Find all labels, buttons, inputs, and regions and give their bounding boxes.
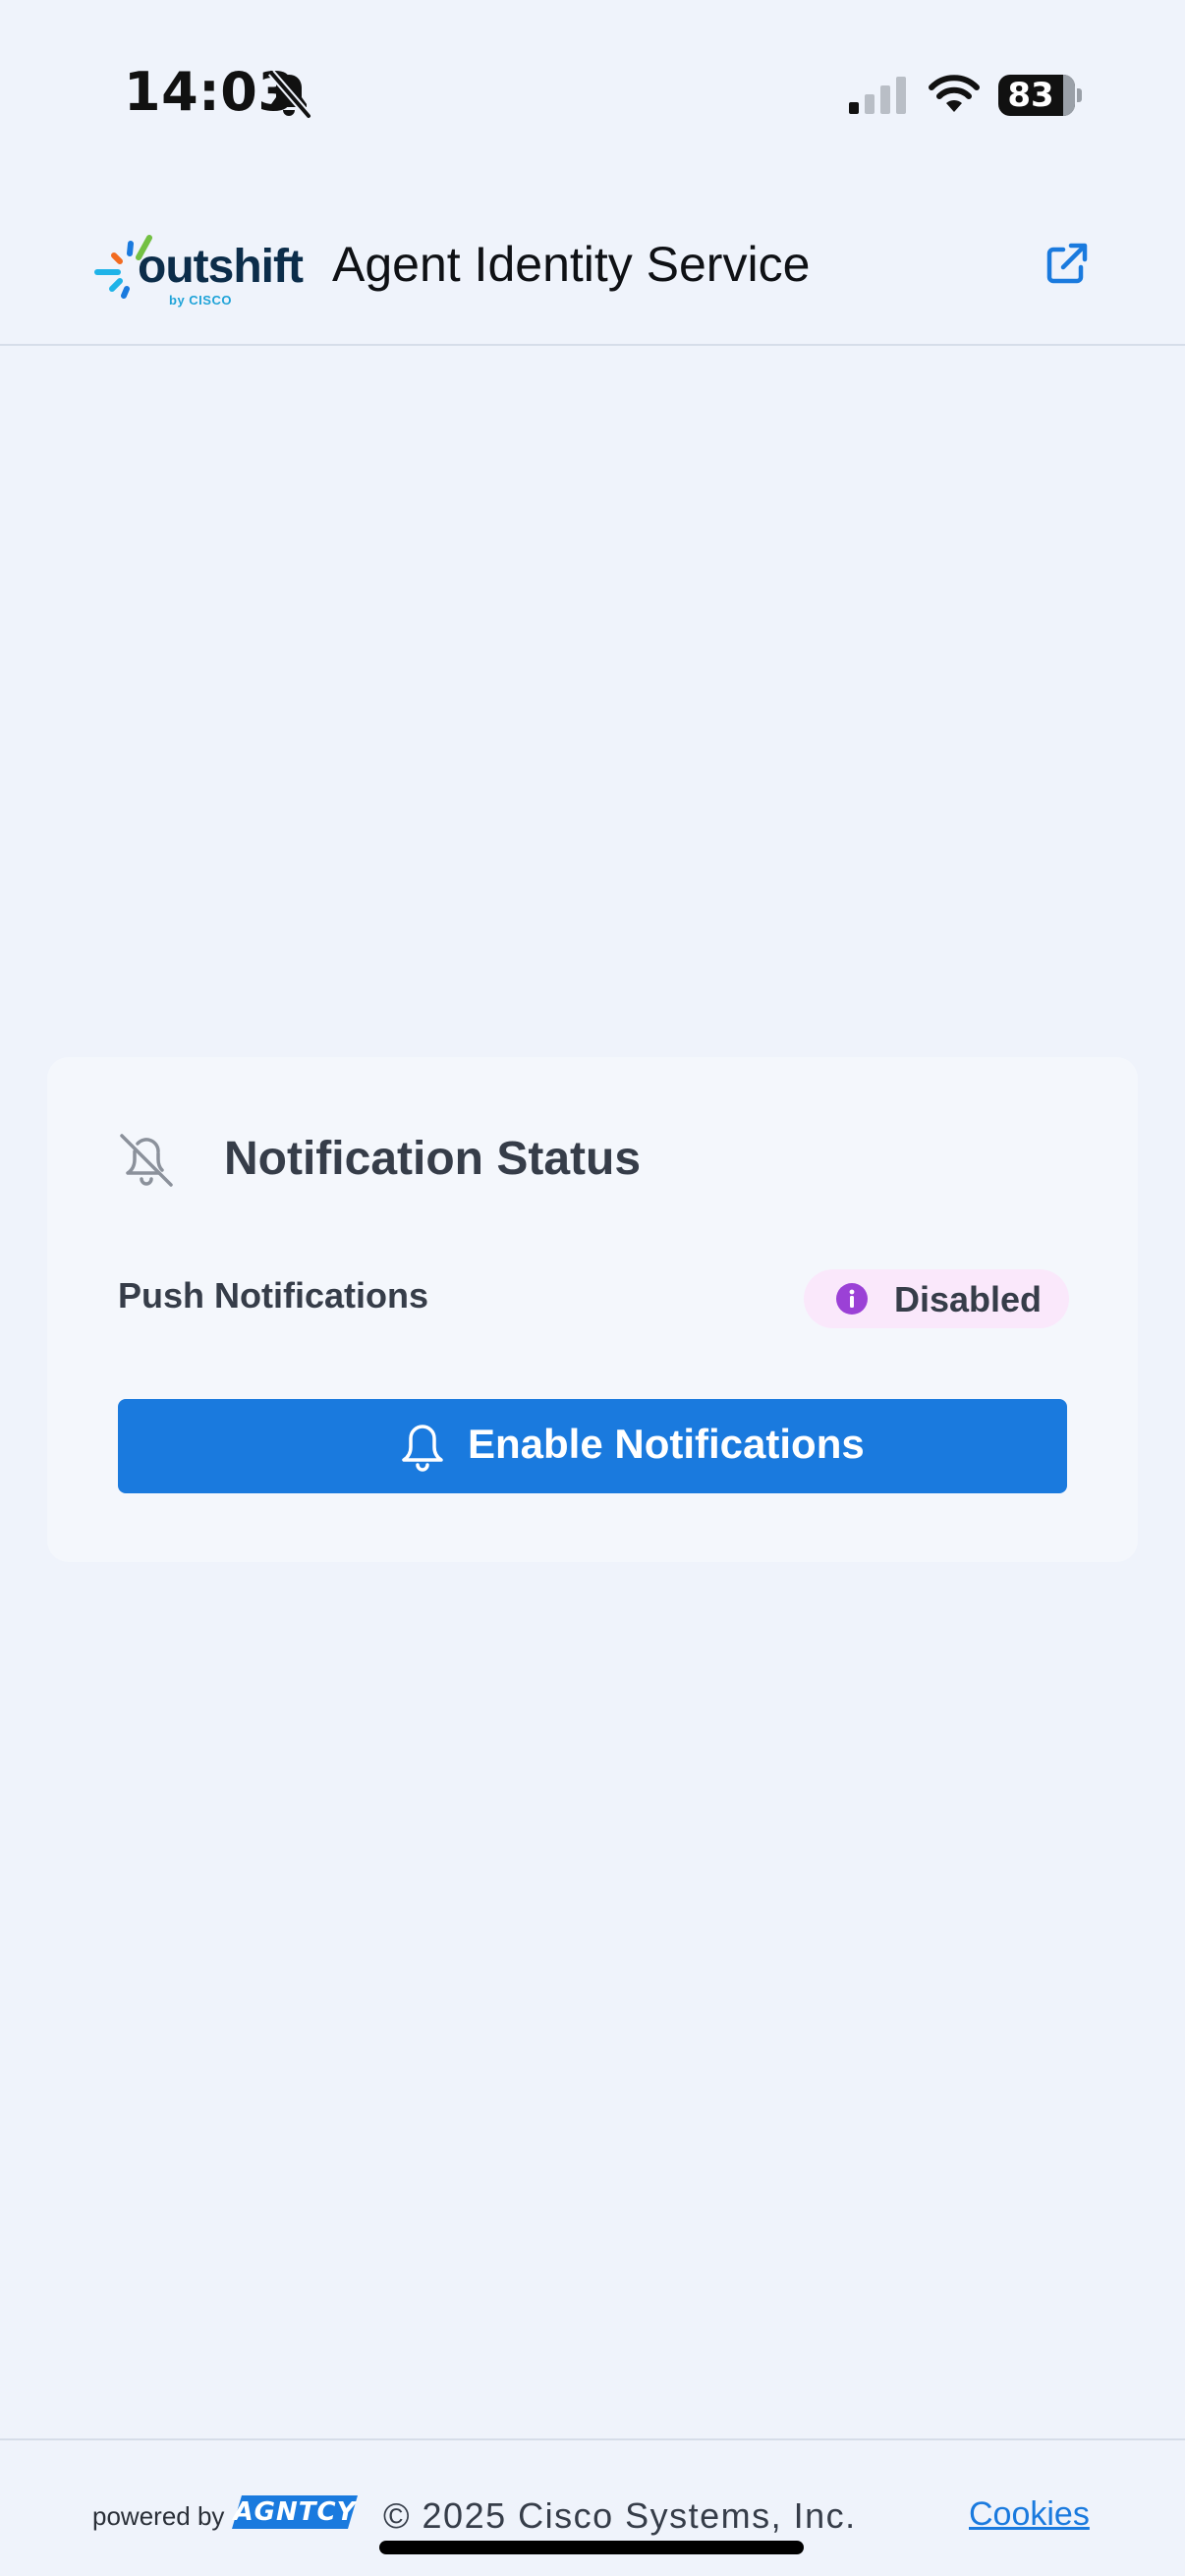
battery-icon: 83 [998,75,1075,116]
info-icon [836,1283,868,1315]
wifi-icon [929,75,980,112]
home-indicator[interactable] [379,2541,804,2554]
outshift-logo: outshift by CISCO [92,220,310,314]
status-badge-text: Disabled [894,1279,1043,1319]
silent-mode-icon [267,70,312,119]
card-title: Notification Status [224,1133,642,1185]
notification-status-card: Notification Status Push Notifications D… [47,1057,1138,1562]
agntcy-logo: AGNTCY [232,2495,358,2529]
cellular-signal-icon [849,77,906,114]
enable-notifications-button[interactable]: Enable Notifications [118,1399,1067,1493]
external-link-icon[interactable] [1042,240,1091,289]
app-title: Agent Identity Service [332,237,811,292]
push-notifications-label: Push Notifications [118,1275,429,1316]
bell-icon [402,1425,443,1472]
status-badge: Disabled [804,1269,1069,1328]
battery-indicator: 83 [998,75,1082,116]
enable-notifications-label: Enable Notifications [468,1421,865,1467]
agntcy-logo-text: AGNTCY [233,2497,357,2527]
app-header: outshift by CISCO Agent Identity Service [0,187,1185,346]
cookies-link[interactable]: Cookies [969,2495,1090,2534]
logo-byline: by CISCO [169,293,232,308]
footer: powered by AGNTCY © 2025 Cisco Systems, … [0,2438,1185,2576]
status-bar: 14:03 83 [0,0,1185,187]
logo-wordmark: outshift [138,241,304,293]
bell-off-icon [120,1134,173,1187]
battery-level: 83 [1007,76,1054,115]
copyright-text: © 2025 Cisco Systems, Inc. [383,2495,857,2536]
powered-by-text: powered by [92,2501,225,2531]
